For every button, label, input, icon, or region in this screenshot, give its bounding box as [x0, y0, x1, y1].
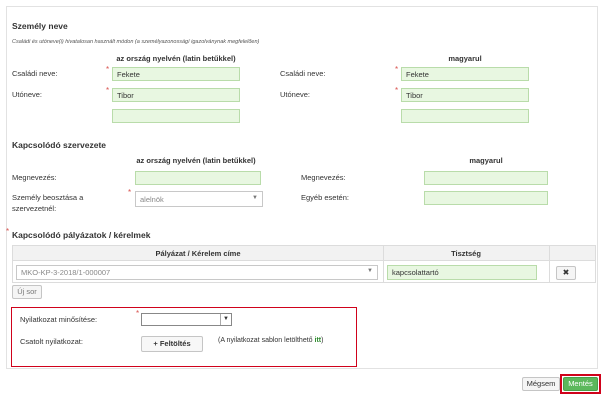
plus-icon: + [153, 339, 158, 348]
app-title-value: MKO-KP-3-2018/1-000007 [21, 268, 111, 277]
given-name-label: Utóneve: [12, 90, 43, 99]
org-role-select[interactable]: alelnök ▼ [135, 191, 263, 207]
required-marker: * [106, 86, 110, 95]
section-title-org: Kapcsolódó szervezete [12, 140, 107, 150]
section-title-person: Személy neve [12, 21, 68, 31]
org-name-label: Megnevezés: [12, 173, 57, 182]
col-head-local: az ország nyelvén (latin betűkkel) [116, 54, 236, 63]
family-name-local-input[interactable]: Fekete [112, 67, 240, 81]
family-name-label: Családi neve: [12, 69, 58, 78]
template-hint-prefix: (A nyilatkozat sablon letölthető [218, 337, 315, 344]
org-role-label-line1: Személy beosztása a [12, 193, 84, 202]
family-name-hu-label: Családi neve: [280, 69, 326, 78]
org-col-head-hu: magyarul [469, 156, 503, 165]
org-role-value: alelnök [140, 195, 164, 204]
person-note: Családi és utóneve(i) hivatalosan haszná… [12, 39, 260, 45]
app-title-select[interactable]: MKO-KP-3-2018/1-000007 ▼ [16, 265, 378, 280]
given-name-hu-input[interactable]: Tibor [401, 88, 529, 102]
org-role-label-line2: szervezetnél: [12, 204, 57, 213]
org-name-hu-input[interactable] [424, 171, 548, 185]
given-name-local-input[interactable]: Tibor [112, 88, 240, 102]
given-name-hu-label: Utóneve: [280, 90, 311, 99]
org-other-label: Egyéb esetén: [301, 193, 349, 202]
upload-label: Feltöltés [159, 339, 191, 348]
col-divider [383, 246, 384, 282]
attached-declaration-label: Csatolt nyilatkozat: [20, 337, 83, 346]
org-col-head-local: az ország nyelvén (latin betűkkel) [136, 156, 256, 165]
app-role-input[interactable]: kapcsolattartó [387, 265, 537, 280]
org-name-hu-label: Megnevezés: [301, 173, 346, 182]
given-name-local-extra-input[interactable] [112, 109, 240, 123]
col-head-hu: magyarul [448, 54, 482, 63]
close-icon: ✖ [562, 268, 570, 277]
required-marker: * [395, 65, 399, 74]
required-marker: * [106, 65, 110, 74]
section-title-apps: Kapcsolódó pályázatok / kérelmek [12, 230, 151, 240]
chevron-down-icon: ▼ [367, 268, 373, 274]
required-marker: * [136, 309, 140, 318]
org-other-input[interactable] [424, 191, 548, 205]
apps-table: Pályázat / Kérelem címe Tisztség MKO-KP-… [12, 245, 596, 283]
org-name-local-input[interactable] [135, 171, 261, 185]
save-button[interactable]: Mentés [563, 377, 598, 391]
template-hint-suffix: ) [321, 337, 324, 344]
template-hint: (A nyilatkozat sablon letölthető itt) [218, 337, 323, 344]
required-marker: * [128, 188, 132, 197]
family-name-hu-input[interactable]: Fekete [401, 67, 529, 81]
upload-button[interactable]: + Feltöltés [141, 336, 203, 352]
cancel-button[interactable]: Mégsem [522, 377, 560, 391]
required-marker: * [6, 227, 10, 236]
declaration-type-label: Nyilatkozat minősítése: [20, 315, 98, 324]
org-role-label: Személy beosztása a szervezetnél: [12, 192, 83, 214]
delete-row-button[interactable]: ✖ [556, 266, 576, 280]
chevron-down-icon: ▼ [252, 195, 258, 201]
required-marker: * [395, 86, 399, 95]
apps-col-title: Pályázat / Kérelem címe [155, 249, 241, 258]
col-divider [549, 246, 550, 282]
new-row-button[interactable]: Új sor [12, 285, 42, 299]
given-name-hu-extra-input[interactable] [401, 109, 529, 123]
apps-col-role: Tisztség [451, 249, 481, 258]
chevron-down-icon: ▼ [220, 314, 231, 325]
declaration-type-select[interactable]: ▼ [141, 313, 232, 326]
